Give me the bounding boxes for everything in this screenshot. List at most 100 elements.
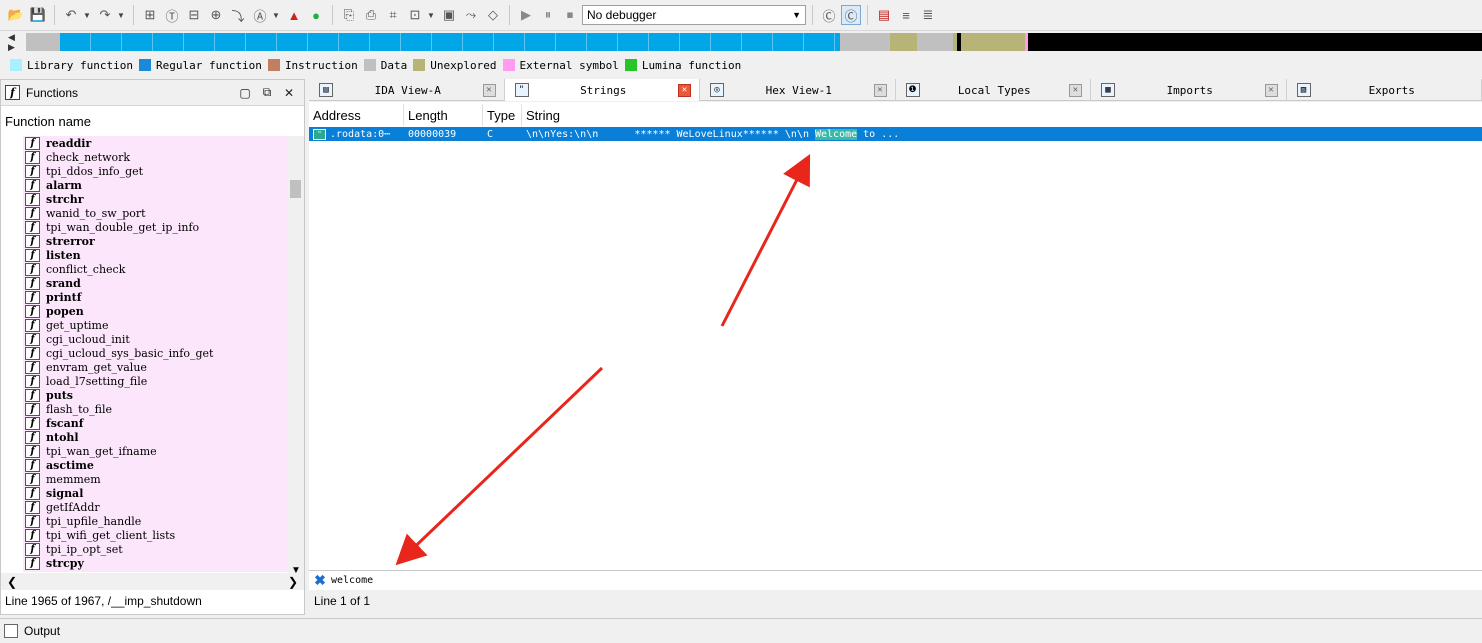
breakpoint-icon[interactable]: ▲	[284, 5, 304, 25]
data-icon[interactable]: ⎙	[361, 5, 381, 25]
tab-exports[interactable]: ▧ Exports	[1287, 79, 1482, 101]
function-list-item[interactable]: f tpi_upfile_handle	[23, 514, 287, 528]
navbar-segment[interactable]	[1028, 33, 1482, 51]
scroll-left-icon[interactable]: ❮	[7, 575, 17, 589]
function-list-item[interactable]: f ntohl	[23, 430, 287, 444]
function-list-item[interactable]: f envram_get_value	[23, 360, 287, 374]
function-list-item[interactable]: f tpi_ddos_info_get	[23, 164, 287, 178]
scrollbar-thumb[interactable]	[290, 180, 301, 198]
function-list-item[interactable]: f conflict_check	[23, 262, 287, 276]
nav-arrows-icon[interactable]: ◀ ▶	[8, 32, 22, 52]
float-icon[interactable]: ⧉	[256, 85, 278, 100]
debugger-select[interactable]: No debugger ▼	[582, 5, 806, 25]
function-list-item[interactable]: f tpi_wan_double_get_ip_info	[23, 220, 287, 234]
list-indent-icon[interactable]: ≣	[918, 5, 938, 25]
tab-imports[interactable]: ▦ Imports ✕	[1091, 79, 1287, 101]
function-list-item[interactable]: f getIfAddr	[23, 500, 287, 514]
navbar-segment[interactable]	[961, 33, 1025, 51]
function-list-item[interactable]: f fscanf	[23, 416, 287, 430]
column-header-string[interactable]: String	[522, 104, 1482, 126]
function-list-item[interactable]: f flash_to_file	[23, 402, 287, 416]
code-icon[interactable]: ⎘	[339, 5, 359, 25]
navbar-segment[interactable]	[917, 33, 953, 51]
function-list-item[interactable]: f signal	[23, 486, 287, 500]
function-name-column-header[interactable]: Function name	[5, 114, 91, 129]
function-list-item[interactable]: f readdir	[23, 136, 287, 150]
navbar-segment[interactable]	[26, 33, 60, 51]
function-list-item[interactable]: f memmem	[23, 472, 287, 486]
filter-input[interactable]	[331, 575, 731, 586]
close-tab-icon[interactable]: ✕	[1264, 83, 1278, 97]
close-tab-icon[interactable]: ✕	[873, 83, 887, 97]
close-tab-icon[interactable]: ✕	[1069, 83, 1082, 97]
undefine-icon[interactable]: ⤳	[461, 5, 481, 25]
close-tab-icon[interactable]: ✕	[482, 83, 496, 97]
forward-icon[interactable]: ↷	[95, 5, 115, 25]
decompile-active-icon[interactable]: Ⓒ	[841, 5, 861, 25]
function-list-item[interactable]: f cgi_ucloud_init	[23, 332, 287, 346]
table-row[interactable]: " .rodata:0⋯ 00000039 C \n\nYes:\n\n ***…	[309, 127, 1482, 141]
functions-vertical-scrollbar[interactable]: ▼	[287, 136, 304, 576]
tab-local-types[interactable]: ❶ Local Types ✕	[896, 79, 1091, 101]
function-list-item[interactable]: f load_l7setting_file	[23, 374, 287, 388]
back-icon[interactable]: ↶	[61, 5, 81, 25]
column-header-length[interactable]: Length	[404, 104, 483, 126]
function-list-item[interactable]: f wanid_to_sw_port	[23, 206, 287, 220]
run-green-icon[interactable]: ●	[306, 5, 326, 25]
navbar-segment[interactable]	[840, 33, 890, 51]
function-list-item[interactable]: f tpi_wan_get_ifname	[23, 444, 287, 458]
function-list-item[interactable]: f puts	[23, 388, 287, 402]
text-view-icon[interactable]: Ⓣ	[162, 5, 182, 25]
functions-horizontal-scrollbar[interactable]: ❮ ❯	[1, 573, 304, 590]
maximize-icon[interactable]: ▢	[234, 86, 256, 100]
layout-icon[interactable]: ▤	[874, 5, 894, 25]
output-panel-tab[interactable]: Output	[0, 618, 1482, 643]
navbar-segment[interactable]	[890, 33, 917, 51]
scroll-right-icon[interactable]: ❯	[288, 575, 298, 589]
function-icon[interactable]: ▣	[439, 5, 459, 25]
navigation-bar[interactable]	[26, 33, 1482, 51]
function-list-item[interactable]: f popen	[23, 304, 287, 318]
decompile-icon[interactable]: Ⓒ	[819, 5, 839, 25]
column-header-address[interactable]: Address	[309, 104, 404, 126]
save-icon[interactable]: 💾	[28, 5, 48, 25]
function-list-item[interactable]: f strerror	[23, 234, 287, 248]
diamond-icon[interactable]: ◇	[483, 5, 503, 25]
function-list-item[interactable]: f cgi_ucloud_sys_basic_info_get	[23, 346, 287, 360]
function-list-item[interactable]: f listen	[23, 248, 287, 262]
tab-ida-view-a[interactable]: ▤ IDA View-A ✕	[309, 79, 505, 101]
close-tab-icon[interactable]: ✕	[678, 83, 691, 97]
close-filter-icon[interactable]: ✖	[309, 572, 331, 589]
function-list-item[interactable]: f srand	[23, 276, 287, 290]
jump-icon[interactable]: ⤵	[228, 5, 248, 25]
list-icon[interactable]: ≡	[896, 5, 916, 25]
string-literal-icon[interactable]: Ⓐ	[250, 5, 270, 25]
tab-strings[interactable]: " Strings ✕	[504, 79, 700, 101]
graph-icon[interactable]: ⊞	[140, 5, 160, 25]
string-dropdown-icon[interactable]: ▼	[272, 11, 282, 20]
hex-icon[interactable]: ⊟	[184, 5, 204, 25]
function-list-item[interactable]: f tpi_ip_opt_set	[23, 542, 287, 556]
function-list-item[interactable]: f asctime	[23, 458, 287, 472]
function-list-item[interactable]: f alarm	[23, 178, 287, 192]
column-header-type[interactable]: Type	[483, 104, 522, 126]
offset-icon[interactable]: ⊡	[405, 5, 425, 25]
function-list-item[interactable]: f strchr	[23, 192, 287, 206]
forward-dropdown-icon[interactable]: ▼	[117, 11, 127, 20]
navbar-segment[interactable]	[60, 33, 840, 51]
back-dropdown-icon[interactable]: ▼	[83, 11, 93, 20]
function-list-item[interactable]: f check_network	[23, 150, 287, 164]
function-list-item[interactable]: f tpi_wifi_get_client_lists	[23, 528, 287, 542]
function-list-item[interactable]: f printf	[23, 290, 287, 304]
pause-icon[interactable]: ⏸	[538, 5, 558, 25]
stop-icon[interactable]: ⏹	[560, 5, 580, 25]
function-list-item[interactable]: f get_uptime	[23, 318, 287, 332]
function-list-item[interactable]: f strcpy	[23, 556, 287, 570]
offset-dropdown-icon[interactable]: ▼	[427, 11, 437, 20]
close-icon[interactable]: ✕	[278, 86, 300, 100]
struct-icon[interactable]: ⊕	[206, 5, 226, 25]
open-icon[interactable]: 📂	[6, 5, 26, 25]
array-icon[interactable]: ⌗	[383, 5, 403, 25]
tab-hex-view-1[interactable]: ◎ Hex View-1 ✕	[700, 79, 896, 101]
play-icon[interactable]: ▶	[516, 5, 536, 25]
